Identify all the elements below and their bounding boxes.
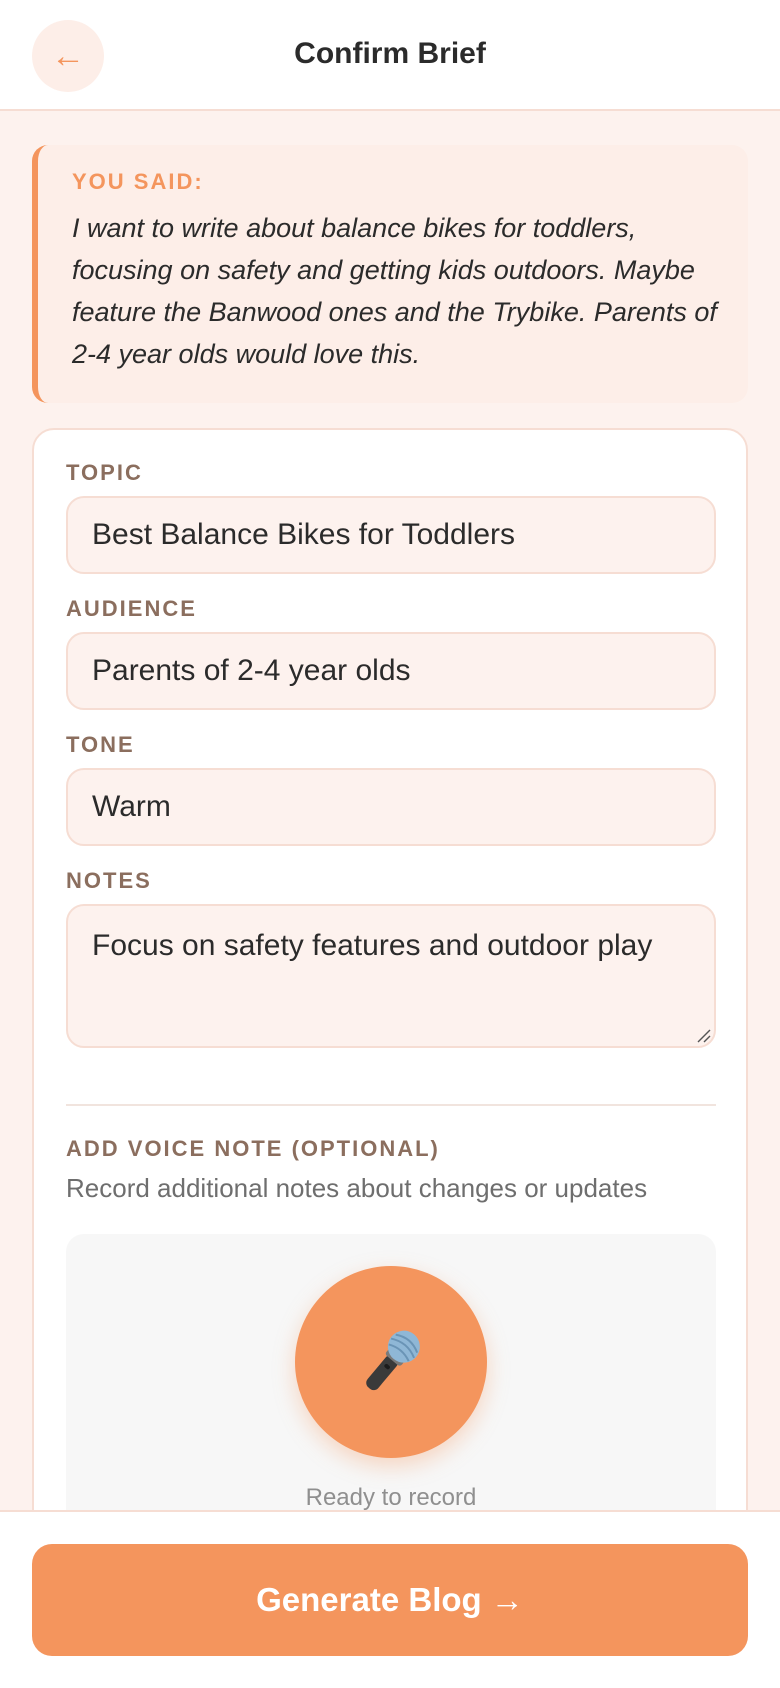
- microphone-icon: [366, 1330, 420, 1391]
- page-title: Confirm Brief: [294, 37, 486, 70]
- notes-text: Focus on safety features and outdoor pla…: [92, 929, 653, 962]
- tone-label: TONE: [66, 732, 135, 757]
- you-said-transcript: I want to write about balance bikes for …: [72, 213, 717, 369]
- generate-blog-button[interactable]: Generate Blog →: [32, 1544, 748, 1656]
- section-divider: [66, 1104, 716, 1106]
- brief-form: TOPIC Best Balance Bikes for Toddlers AU…: [32, 428, 748, 1628]
- audience-input[interactable]: Parents of 2-4 year olds: [66, 632, 716, 710]
- you-said-card: YOU SAID: I want to write about balance …: [32, 145, 748, 403]
- voice-note-description: Record additional notes about changes or…: [66, 1173, 648, 1203]
- record-status: Ready to record: [305, 1484, 477, 1511]
- you-said-label: YOU SAID:: [72, 169, 204, 194]
- footer-bar: Generate Blog →: [0, 1510, 780, 1688]
- resize-handle-icon[interactable]: [695, 1027, 711, 1043]
- header: ← Confirm Brief: [0, 0, 780, 111]
- confirm-brief-screen: ← Confirm Brief YOU SAID: I want to writ…: [0, 0, 780, 1688]
- tone-input[interactable]: Warm: [66, 768, 716, 846]
- notes-label: NOTES: [66, 868, 152, 893]
- voice-note-label: ADD VOICE NOTE (OPTIONAL): [66, 1136, 440, 1161]
- notes-textarea[interactable]: Focus on safety features and outdoor pla…: [66, 904, 716, 1048]
- audience-label: AUDIENCE: [66, 596, 197, 621]
- topic-input[interactable]: Best Balance Bikes for Toddlers: [66, 496, 716, 574]
- record-button[interactable]: [295, 1266, 487, 1458]
- topic-label: TOPIC: [66, 460, 143, 485]
